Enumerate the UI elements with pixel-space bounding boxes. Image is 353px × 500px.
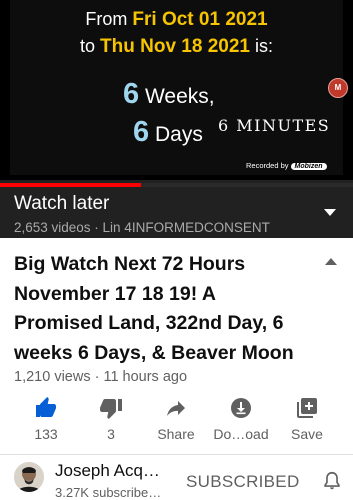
date-from-line: From Fri Oct 01 2021 [10, 9, 343, 31]
playlist-panel[interactable]: Watch later 2,653 videos · Lin 4INFORMED… [0, 180, 353, 238]
subscribed-button[interactable]: SUBSCRIBED [186, 472, 300, 492]
download-icon [231, 398, 251, 418]
recorder-logo-icon: M [328, 78, 348, 98]
action-bar: 133 3 Share Do…oad Save [0, 396, 353, 446]
collapse-description-chevron-icon[interactable] [325, 258, 337, 265]
from-prefix: From [85, 9, 133, 29]
video-progress-fill [0, 183, 142, 187]
save-icon [297, 398, 317, 418]
days-number: 6 [133, 116, 150, 148]
channel-name[interactable]: Joseph Acq… [55, 461, 160, 481]
save-label: Save [291, 426, 323, 442]
video-title[interactable]: Big Watch Next 72 Hours November 17 18 1… [14, 250, 304, 368]
avatar-person-icon [14, 462, 44, 492]
share-label: Share [157, 426, 195, 442]
download-button[interactable]: Do…oad [206, 396, 276, 442]
dislike-button[interactable]: 3 [76, 396, 146, 442]
date-to-line: to Thu Nov 18 2021 is: [10, 36, 343, 58]
video-player[interactable]: From Fri Oct 01 2021 to Thu Nov 18 2021 … [0, 0, 353, 180]
days-label: Days [149, 123, 203, 146]
like-count: 133 [34, 426, 58, 442]
video-meta: 1,210 views · 11 hours ago [14, 369, 188, 385]
section-divider [0, 454, 353, 455]
weeks-number: 6 [123, 78, 140, 110]
days-result: 6 Days [133, 116, 203, 149]
download-label: Do…oad [213, 426, 269, 442]
share-button[interactable]: Share [141, 396, 211, 442]
playlist-expand-chevron-icon[interactable] [324, 209, 336, 216]
to-prefix: to [80, 36, 101, 56]
recorded-by-watermark: Recorded by Mobizen [246, 161, 327, 170]
playlist-title: Watch later [14, 193, 110, 214]
from-date: Fri Oct 01 2021 [132, 9, 268, 30]
thumbs-up-icon [36, 397, 56, 417]
channel-subscriber-count: 3.27K subscribe… [55, 485, 162, 500]
dislike-count: 3 [107, 426, 115, 442]
save-button[interactable]: Save [272, 396, 342, 442]
recorded-by-text: Recorded by [246, 161, 289, 170]
to-suffix: is: [249, 36, 273, 56]
weeks-label: Weeks, [139, 85, 215, 108]
like-button[interactable]: 133 [11, 396, 81, 442]
weeks-result: 6 Weeks, [123, 78, 215, 111]
to-date: Thu Nov 18 2021 [100, 36, 250, 57]
thumbs-down-icon [100, 399, 122, 419]
video-progress-bar[interactable] [0, 183, 353, 187]
recorder-app-name: Mobizen [290, 163, 327, 170]
notification-bell-icon[interactable] [321, 470, 343, 492]
channel-avatar[interactable] [14, 462, 44, 492]
minutes-overlay: 6 MINUTES [218, 116, 331, 135]
playlist-subtitle: 2,653 videos · Lin 4INFORMEDCONSENT [14, 220, 270, 235]
video-frame: From Fri Oct 01 2021 to Thu Nov 18 2021 … [10, 0, 348, 175]
share-icon [167, 401, 185, 416]
